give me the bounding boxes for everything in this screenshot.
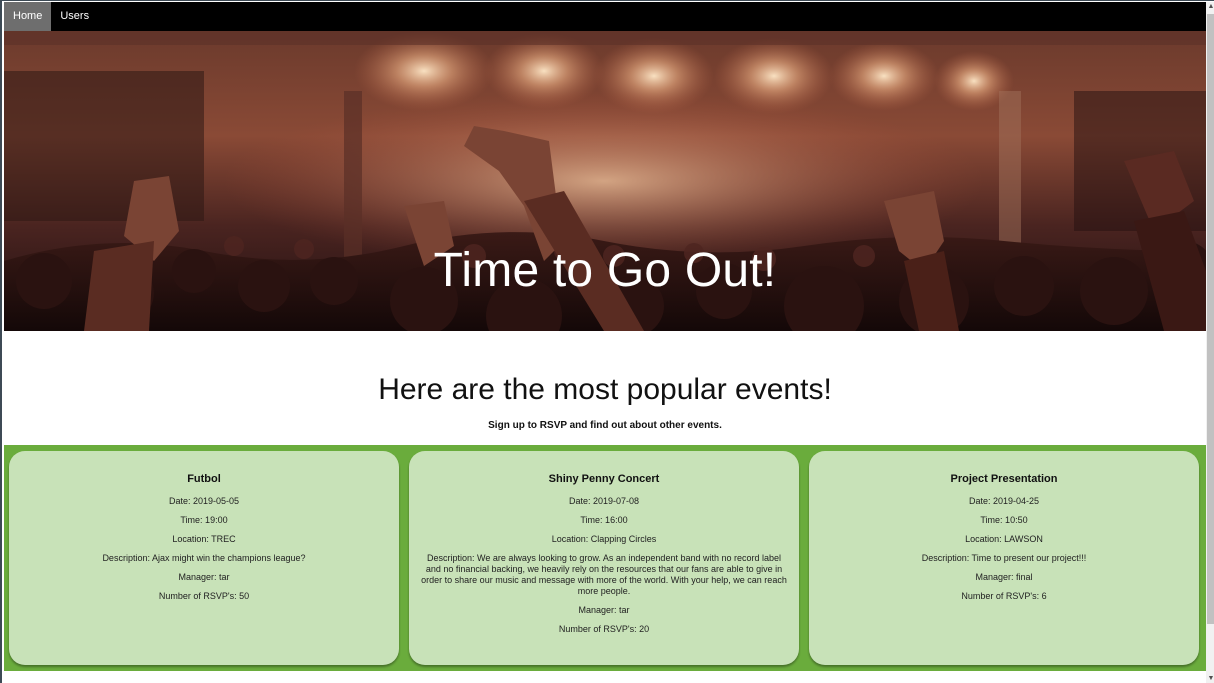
event-description: Description: Ajax might win the champion… [102, 553, 306, 563]
nav-home-link[interactable]: Home [4, 2, 52, 31]
scrollbar-thumb[interactable] [1207, 14, 1214, 624]
event-description: Description: Time to present our project… [921, 553, 1087, 563]
event-date: Date: 2019-05-05 [168, 496, 240, 506]
event-manager: Manager: tar [578, 605, 630, 615]
page: Home Users Time to Go Out! Here are the … [4, 2, 1206, 683]
scroll-up-arrow-icon[interactable]: ▲ [1206, 2, 1214, 12]
event-date: Date: 2019-04-25 [968, 496, 1040, 506]
event-manager: Manager: final [975, 572, 1033, 582]
hero-banner: Time to Go Out! [4, 31, 1206, 331]
event-time: Time: 19:00 [180, 515, 228, 525]
top-nav: Home Users [4, 2, 1206, 31]
event-rsvp-count: Number of RSVP's: 20 [558, 624, 650, 634]
event-manager: Manager: tar [178, 572, 230, 582]
scroll-down-arrow-icon[interactable]: ▼ [1206, 674, 1214, 683]
event-card[interactable]: Futbol Date: 2019-05-05 Time: 19:00 Loca… [9, 451, 399, 665]
nav-users-link[interactable]: Users [51, 2, 98, 31]
event-description: Description: We are always looking to gr… [421, 553, 787, 596]
event-location: Location: LAWSON [965, 534, 1043, 544]
events-section: Futbol Date: 2019-05-05 Time: 19:00 Loca… [4, 445, 1206, 671]
event-date: Date: 2019-07-08 [568, 496, 640, 506]
event-card[interactable]: Project Presentation Date: 2019-04-25 Ti… [809, 451, 1199, 665]
event-card[interactable]: Shiny Penny Concert Date: 2019-07-08 Tim… [409, 451, 799, 665]
event-time: Time: 16:00 [580, 515, 628, 525]
hero-title: Time to Go Out! [433, 244, 777, 297]
event-title: Shiny Penny Concert [548, 473, 660, 485]
event-location: Location: TREC [172, 534, 236, 544]
vertical-scrollbar[interactable]: ▲ ▼ [1206, 2, 1214, 683]
event-location: Location: Clapping Circles [551, 534, 657, 544]
section-subline: Sign up to RSVP and find out about other… [488, 420, 722, 431]
event-rsvp-count: Number of RSVP's: 50 [158, 591, 250, 601]
browser-frame: Home Users Time to Go Out! Here are the … [0, 0, 1214, 683]
event-time: Time: 10:50 [980, 515, 1028, 525]
section-headline: Here are the most popular events! [378, 373, 832, 406]
event-rsvp-count: Number of RSVP's: 6 [961, 591, 1047, 601]
event-title: Futbol [187, 473, 221, 485]
event-title: Project Presentation [950, 473, 1058, 485]
